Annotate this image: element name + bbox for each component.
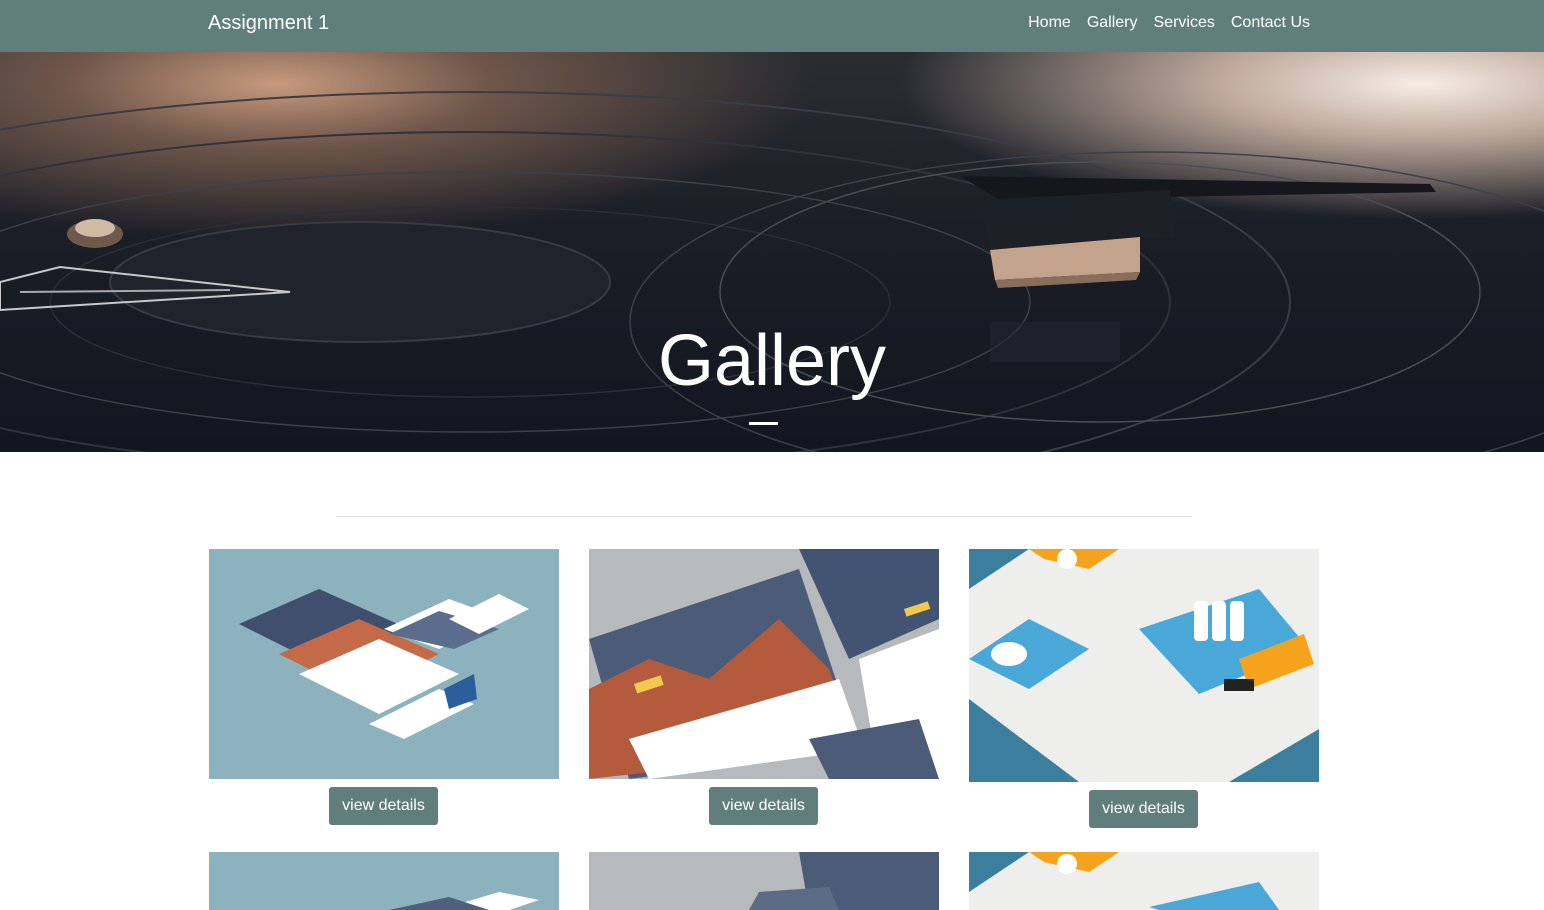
gallery-thumbnail[interactable] [969,549,1319,782]
nav-services[interactable]: Services [1154,14,1215,32]
title-underline [749,422,778,425]
hero-banner: Gallery [0,52,1544,452]
nav-links: Home Gallery Services Contact Us [1028,14,1310,32]
gallery-thumbnail[interactable] [209,852,559,910]
section-divider [336,516,1192,517]
view-details-button[interactable]: view details [1089,790,1198,828]
gallery-thumbnail[interactable] [969,852,1319,910]
nav-contact[interactable]: Contact Us [1231,14,1310,32]
gallery-thumbnail[interactable] [209,549,559,779]
nav-gallery[interactable]: Gallery [1087,14,1138,32]
view-details-button[interactable]: view details [709,787,818,825]
navbar: Assignment 1 Home Gallery Services Conta… [0,0,1544,52]
page-title: Gallery [657,321,887,401]
brand-link[interactable]: Assignment 1 [208,12,329,35]
view-details-button[interactable]: view details [329,787,438,825]
gallery-thumbnail[interactable] [589,549,939,779]
nav-home[interactable]: Home [1028,14,1071,32]
gallery-thumbnail[interactable] [589,852,939,910]
